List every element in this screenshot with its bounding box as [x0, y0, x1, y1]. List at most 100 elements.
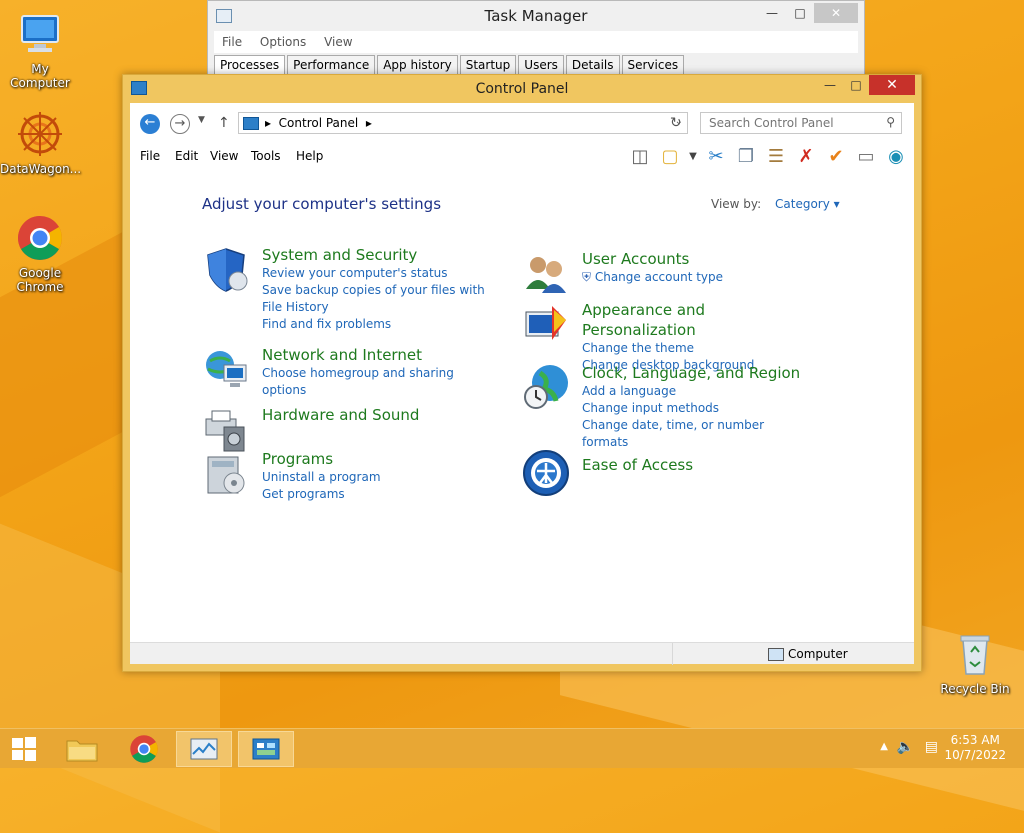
desktop-icon-label: Recycle Bin: [940, 682, 1010, 696]
chevron-down-icon[interactable]: ▼: [686, 145, 700, 169]
category-title[interactable]: Programs: [262, 449, 492, 469]
category-title[interactable]: Appearance and Personalization: [582, 300, 812, 340]
users-icon: [522, 249, 570, 297]
link-homegroup-sharing[interactable]: Choose homegroup and sharing options: [262, 365, 492, 399]
task-manager-menubar: File Options View: [214, 31, 858, 53]
delete-icon[interactable]: ✗: [792, 145, 820, 169]
link-change-input-methods[interactable]: Change input methods: [582, 400, 812, 417]
menu-options[interactable]: Options: [260, 31, 306, 53]
status-location: Computer: [768, 647, 848, 661]
desktop-icon-recycle-bin[interactable]: Recycle Bin: [935, 630, 1015, 696]
close-button[interactable]: ✕: [814, 3, 858, 23]
category-title[interactable]: User Accounts: [582, 249, 812, 269]
tab-processes[interactable]: Processes: [214, 55, 286, 74]
link-review-status[interactable]: Review your computer's status: [262, 265, 492, 282]
maximize-button[interactable]: □: [786, 3, 814, 23]
category-title[interactable]: Network and Internet: [262, 345, 492, 365]
cut-icon[interactable]: ✂: [702, 145, 730, 169]
datawagon-icon: [16, 110, 64, 158]
shield-icon: [202, 245, 250, 293]
search-input[interactable]: [707, 114, 877, 132]
control-panel-content: Adjust your computer's settings View by:…: [130, 173, 914, 642]
category-title[interactable]: Ease of Access: [582, 455, 812, 475]
toolbar: ◫ ▢ ▼ ✂ ❐ ☰ ✗ ✔ ▭ ◉: [624, 143, 910, 171]
menu-file[interactable]: File: [222, 31, 242, 53]
task-manager-tabs: Processes Performance App history Startu…: [214, 55, 686, 74]
view-by: View by: Category ▾: [711, 197, 840, 211]
link-get-programs[interactable]: Get programs: [262, 486, 492, 503]
tab-details[interactable]: Details: [565, 55, 620, 74]
taskbar-file-explorer[interactable]: [54, 731, 110, 767]
breadcrumb[interactable]: ▸ Control Panel ▸: [265, 116, 372, 130]
recent-locations-dropdown[interactable]: ▼: [198, 115, 205, 125]
minimize-button[interactable]: —: [817, 75, 843, 95]
link-add-language[interactable]: Add a language: [582, 383, 812, 400]
tab-startup[interactable]: Startup: [459, 55, 517, 74]
tab-services[interactable]: Services: [621, 55, 685, 74]
menu-view[interactable]: View: [210, 149, 238, 163]
tab-app-history[interactable]: App history: [377, 55, 458, 74]
address-bar[interactable]: ▸ Control Panel ▸ ⌄: [238, 112, 688, 134]
chrome-icon: [130, 735, 158, 763]
category-title[interactable]: Clock, Language, and Region: [582, 363, 812, 383]
volume-muted-icon[interactable]: 🔈: [897, 739, 914, 755]
desktop-icon-datawagon[interactable]: DataWagon...: [0, 110, 82, 176]
menu-file[interactable]: File: [140, 149, 160, 163]
paste-icon[interactable]: ☰: [762, 145, 790, 169]
taskbar-task-manager[interactable]: [176, 731, 232, 767]
control-panel-icon: [243, 117, 259, 130]
page-heading: Adjust your computer's settings: [202, 195, 442, 213]
clock[interactable]: 6:53 AM 10/7/2022: [944, 733, 1006, 763]
properties-icon[interactable]: ▭: [852, 145, 880, 169]
clock-date: 10/7/2022: [944, 748, 1006, 762]
tab-users[interactable]: Users: [518, 55, 564, 74]
globe-icon[interactable]: ◉: [882, 145, 910, 169]
taskbar: ▲ 🔈 ▤ 6:53 AM 10/7/2022: [0, 728, 1024, 768]
menu-help[interactable]: Help: [296, 149, 323, 163]
link-change-date-time-formats[interactable]: Change date, time, or number formats: [582, 417, 812, 451]
maximize-button[interactable]: □: [843, 75, 869, 95]
desktop-icon-label: Google Chrome: [16, 266, 64, 294]
copy-icon[interactable]: ❐: [732, 145, 760, 169]
menu-edit[interactable]: Edit: [175, 149, 198, 163]
checkmark-icon[interactable]: ✔: [822, 145, 850, 169]
desktop-icon-my-computer[interactable]: My Computer: [0, 10, 80, 90]
network-icon[interactable]: ▤: [925, 739, 938, 755]
desktop-icon-google-chrome[interactable]: Google Chrome: [0, 214, 80, 294]
minimize-button[interactable]: —: [758, 3, 786, 23]
link-change-theme[interactable]: Change the theme: [582, 340, 812, 357]
folder-icon[interactable]: ▢: [656, 145, 684, 169]
layout-pane-icon[interactable]: ◫: [626, 145, 654, 169]
menu-tools[interactable]: Tools: [251, 149, 281, 163]
clock-globe-icon: [522, 363, 570, 411]
breadcrumb-control-panel[interactable]: Control Panel: [279, 116, 359, 130]
view-by-dropdown[interactable]: Category ▾: [775, 197, 840, 211]
link-find-fix-problems[interactable]: Find and fix problems: [262, 316, 492, 333]
uac-shield-icon: ⛨: [582, 270, 592, 284]
link-uninstall-program[interactable]: Uninstall a program: [262, 469, 492, 486]
up-button[interactable]: ↑: [218, 115, 230, 131]
desktop-icon-label: DataWagon...: [0, 162, 82, 176]
network-icon: [202, 345, 250, 393]
category-title[interactable]: System and Security: [262, 245, 492, 265]
control-panel-window[interactable]: Control Panel — □ ✕ ← → ▼ ↑ ▸ Control Pa…: [122, 74, 922, 672]
task-manager-window[interactable]: Task Manager — □ ✕ File Options View Pro…: [207, 0, 865, 82]
taskbar-control-panel[interactable]: [238, 731, 294, 767]
close-button[interactable]: ✕: [869, 75, 915, 95]
start-button[interactable]: [0, 731, 48, 767]
chevron-up-icon[interactable]: ▲: [880, 741, 888, 752]
taskbar-chrome[interactable]: [116, 731, 172, 767]
tab-performance[interactable]: Performance: [287, 55, 376, 74]
view-by-label: View by:: [711, 197, 762, 211]
category-title[interactable]: Hardware and Sound: [262, 405, 492, 425]
control-panel-icon: [252, 738, 280, 760]
menu-view[interactable]: View: [324, 31, 352, 53]
link-file-history[interactable]: Save backup copies of your files with Fi…: [262, 282, 492, 316]
search-icon[interactable]: ⚲: [886, 115, 895, 129]
search-box[interactable]: ⚲: [700, 112, 902, 134]
ease-of-access-icon: [522, 449, 570, 497]
refresh-button[interactable]: ↻: [670, 115, 682, 131]
link-change-account-type[interactable]: ⛨ Change account type: [582, 269, 812, 286]
forward-button[interactable]: →: [170, 114, 190, 134]
back-button[interactable]: ←: [140, 114, 160, 134]
